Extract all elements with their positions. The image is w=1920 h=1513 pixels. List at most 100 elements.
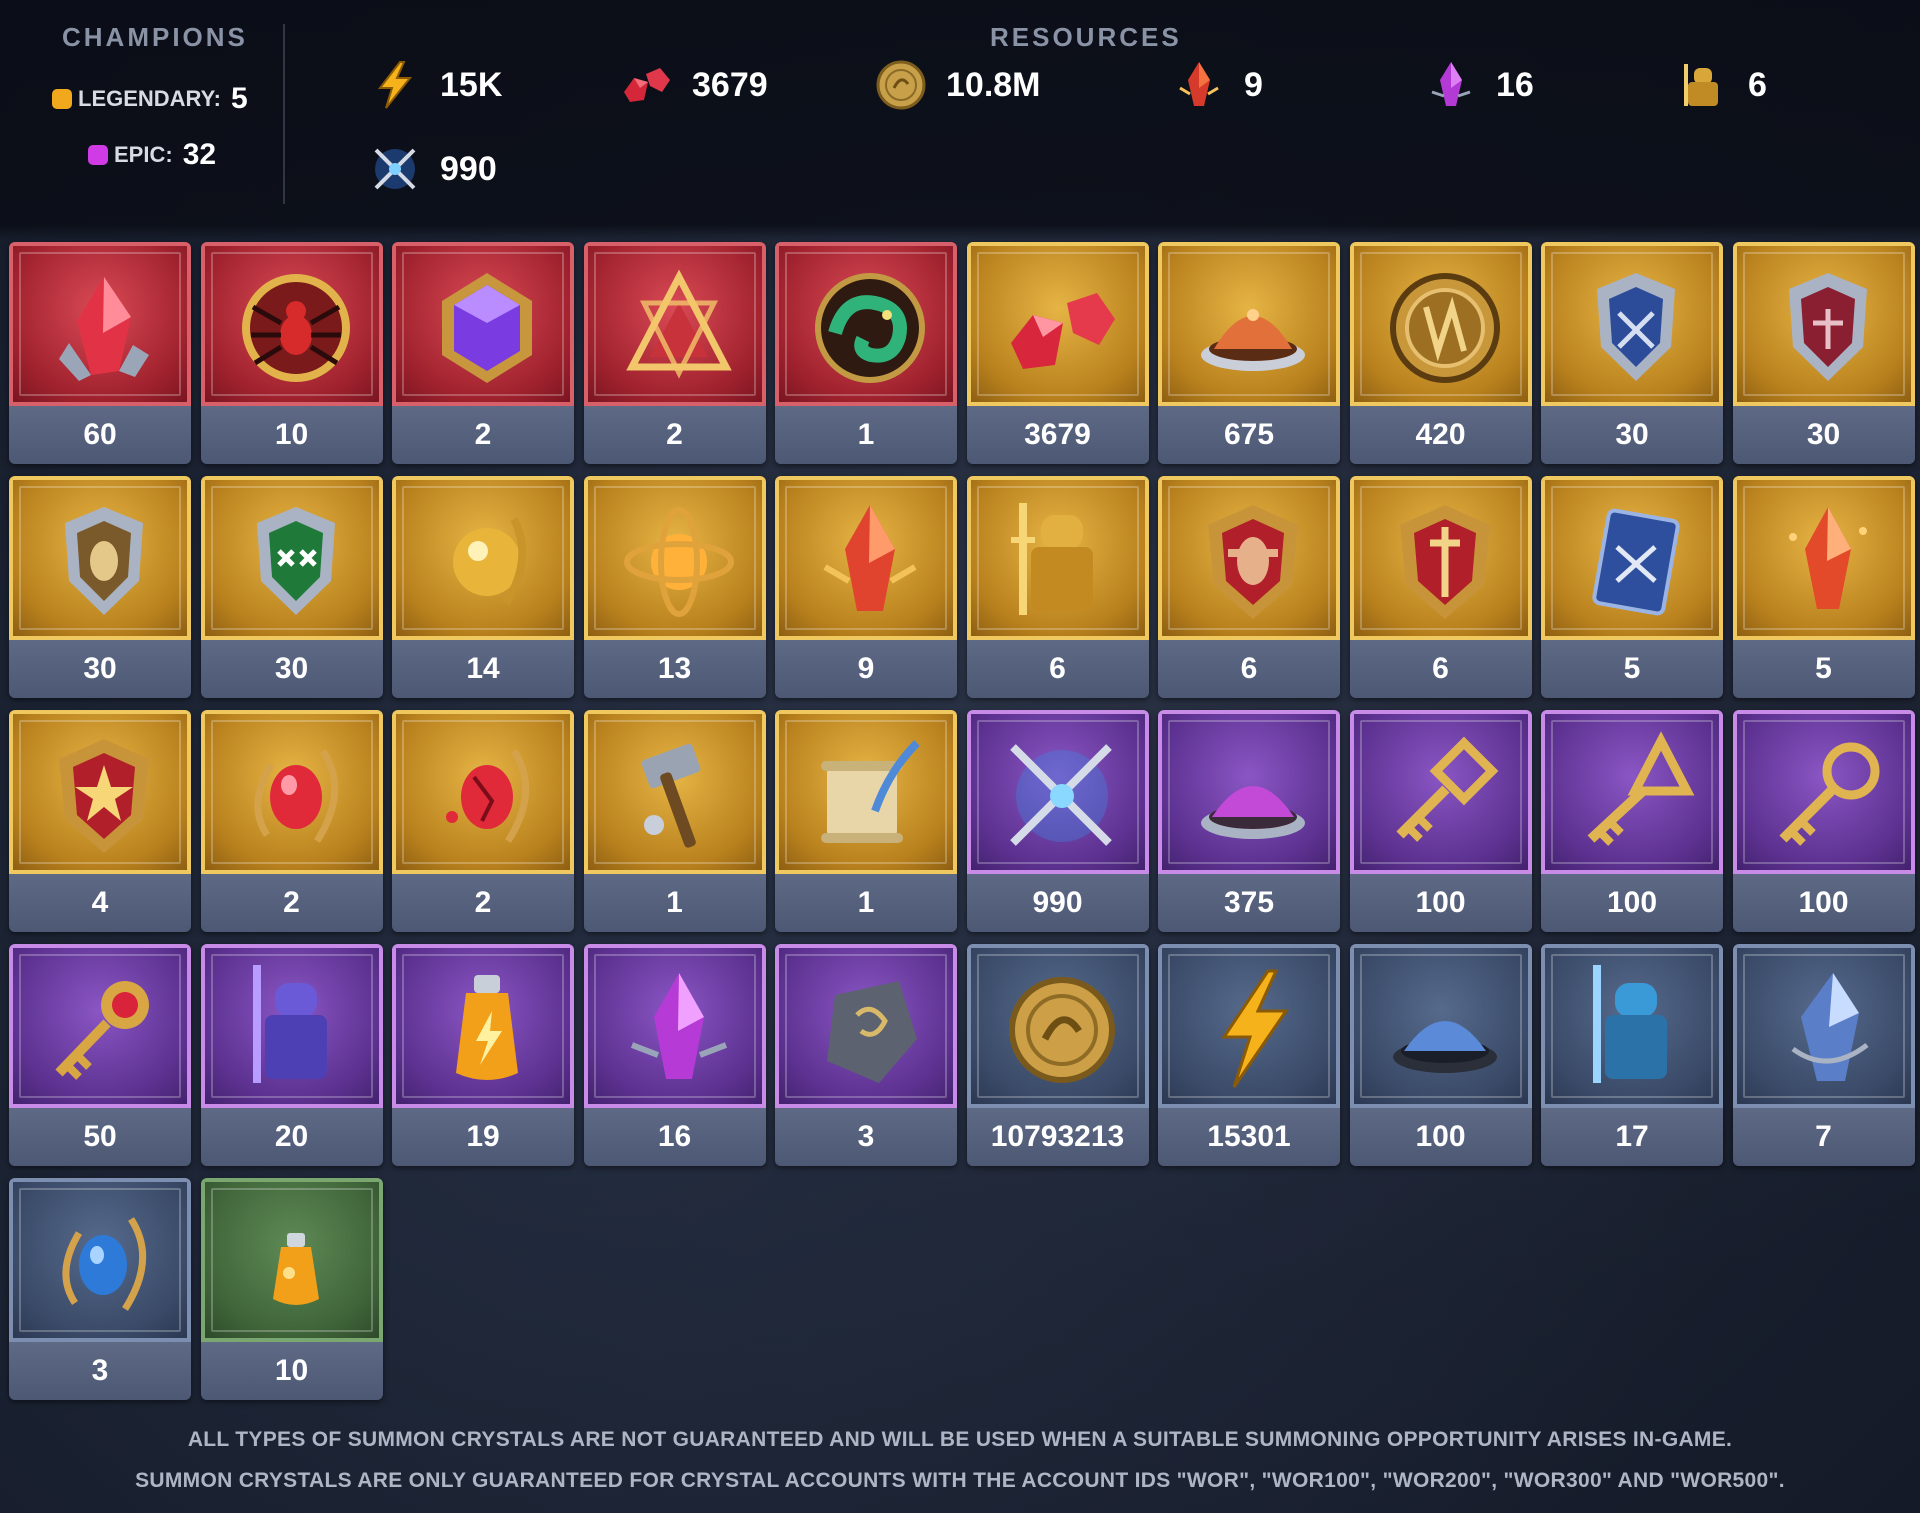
item-count: 15301 [1158,1108,1340,1166]
item-count: 50 [9,1108,191,1166]
inventory-item[interactable]: 1 [775,710,957,932]
inventory-item[interactable]: 2 [392,242,574,464]
inventory-item[interactable]: 14 [392,476,574,698]
item-tile-purple [392,944,574,1108]
inventory-item[interactable]: 30 [1541,242,1723,464]
inventory-item[interactable]: 16 [583,944,766,1166]
resource-rubies-value: 3679 [692,65,768,104]
inventory-item[interactable]: 1 [583,710,766,932]
item-count: 1 [775,874,957,932]
red-shard-icon [823,505,917,611]
resource-purple-shards-value: 16 [1496,65,1534,104]
ruby-gems-icon [624,68,670,102]
inventory-item[interactable]: 5 [1541,476,1723,698]
inventory-item[interactable]: 6 [966,476,1149,698]
blue-dust-icon [1392,1021,1497,1073]
inventory-item[interactable]: 990 [966,710,1149,932]
inventory-item[interactable]: 30 [1732,242,1915,464]
inventory-item[interactable]: 675 [1158,242,1340,464]
item-tile-gold [966,476,1149,640]
inventory-item[interactable]: 100 [1541,710,1723,932]
item-tile-red [200,242,383,406]
inventory-item[interactable]: 7 [1732,944,1915,1166]
item-tile-gold [392,710,574,874]
inventory-item[interactable]: 13 [583,476,766,698]
blue-crystal-icon [1791,973,1869,1081]
ember-shard-icon [1788,507,1867,609]
astrolabe-icon [623,507,734,617]
inventory-item[interactable]: 2 [200,710,383,932]
footer-disclaimer-2: SUMMON CRYSTALS ARE ONLY GUARANTEED FOR … [135,1469,1785,1492]
item-count: 5 [1732,640,1915,698]
inventory-item[interactable]: 100 [1349,944,1532,1166]
inventory-item[interactable]: 10 [200,1178,383,1400]
inventory-item[interactable]: 30 [200,476,383,698]
silver-coin-icon [876,60,926,110]
item-tile-gold [200,476,383,640]
inventory-item[interactable]: 19 [392,944,574,1166]
item-tile-gold [583,476,766,640]
item-count: 6 [1158,640,1340,698]
item-count: 2 [392,874,574,932]
inventory-item[interactable]: 17 [1541,944,1723,1166]
resource-red-shards: 9 [1172,58,1263,112]
resource-silver: 10.8M [874,58,1041,112]
silver-coin-icon [1008,977,1115,1083]
inventory-item[interactable]: 3679 [966,242,1149,464]
item-count: 30 [9,640,191,698]
item-count: 375 [1158,874,1340,932]
inventory-item[interactable]: 10793213 [966,944,1149,1166]
inventory-item[interactable]: 2 [392,710,574,932]
inventory-item[interactable]: 9 [775,476,957,698]
inventory-item[interactable]: 20 [200,944,383,1166]
epic-dot [88,145,108,165]
ruby-amulet-cracked-icon [446,749,530,843]
inventory-item[interactable]: 60 [9,242,191,464]
item-tile-purple [200,944,383,1108]
inventory-item[interactable]: 30 [9,476,191,698]
item-tile-purple [1541,710,1723,874]
inventory-item[interactable]: 6 [1349,476,1532,698]
inventory-item[interactable]: 3 [9,1178,191,1400]
item-count: 19 [392,1108,574,1166]
purple-knight-icon [252,965,327,1083]
item-tile-blue [966,944,1149,1108]
footer-disclaimer-1: ALL TYPES OF SUMMON CRYSTALS ARE NOT GUA… [187,1428,1733,1451]
resource-energy: 15K [368,58,502,112]
inventory-item[interactable]: 100 [1732,710,1915,932]
inventory-item[interactable]: 3 [775,944,957,1166]
red-crystal-icon [59,277,149,381]
item-tile-purple [1158,710,1340,874]
inventory-item[interactable]: 50 [9,944,191,1166]
item-tile-blue [1541,944,1723,1108]
triangle-relic-icon [625,269,732,379]
item-count: 5 [1541,640,1723,698]
inventory-item[interactable]: 10 [200,242,383,464]
crossed-swords-icon [374,148,416,190]
epic-label: EPIC: [114,142,173,167]
inventory-item[interactable]: 2 [583,242,766,464]
legendary-count: LEGENDARY: 5 [52,82,248,116]
item-count: 1 [583,874,766,932]
blue-shield-icon [1597,273,1675,381]
energy-potion-icon [456,975,518,1080]
inventory-item[interactable]: 1 [775,242,957,464]
inventory-item[interactable]: 420 [1349,242,1532,464]
item-count: 3 [9,1342,191,1400]
inventory-item[interactable]: 100 [1349,710,1532,932]
item-tile-purple [9,944,191,1108]
item-count: 3 [775,1108,957,1166]
item-tile-gold [966,242,1149,406]
inventory-item[interactable]: 5 [1732,476,1915,698]
diamond-key-icon [1395,736,1498,842]
inventory-item[interactable]: 375 [1158,710,1340,932]
scroll-quill-icon [821,740,920,843]
resource-crossed-swords-value: 990 [440,149,497,188]
inventory-item[interactable]: 4 [9,710,191,932]
energy-bolt-icon [1221,969,1289,1088]
item-count: 30 [200,640,383,698]
sapphire-amulet-icon [62,1217,147,1311]
item-count: 2 [392,406,574,464]
inventory-item[interactable]: 15301 [1158,944,1340,1166]
inventory-item[interactable]: 6 [1158,476,1340,698]
